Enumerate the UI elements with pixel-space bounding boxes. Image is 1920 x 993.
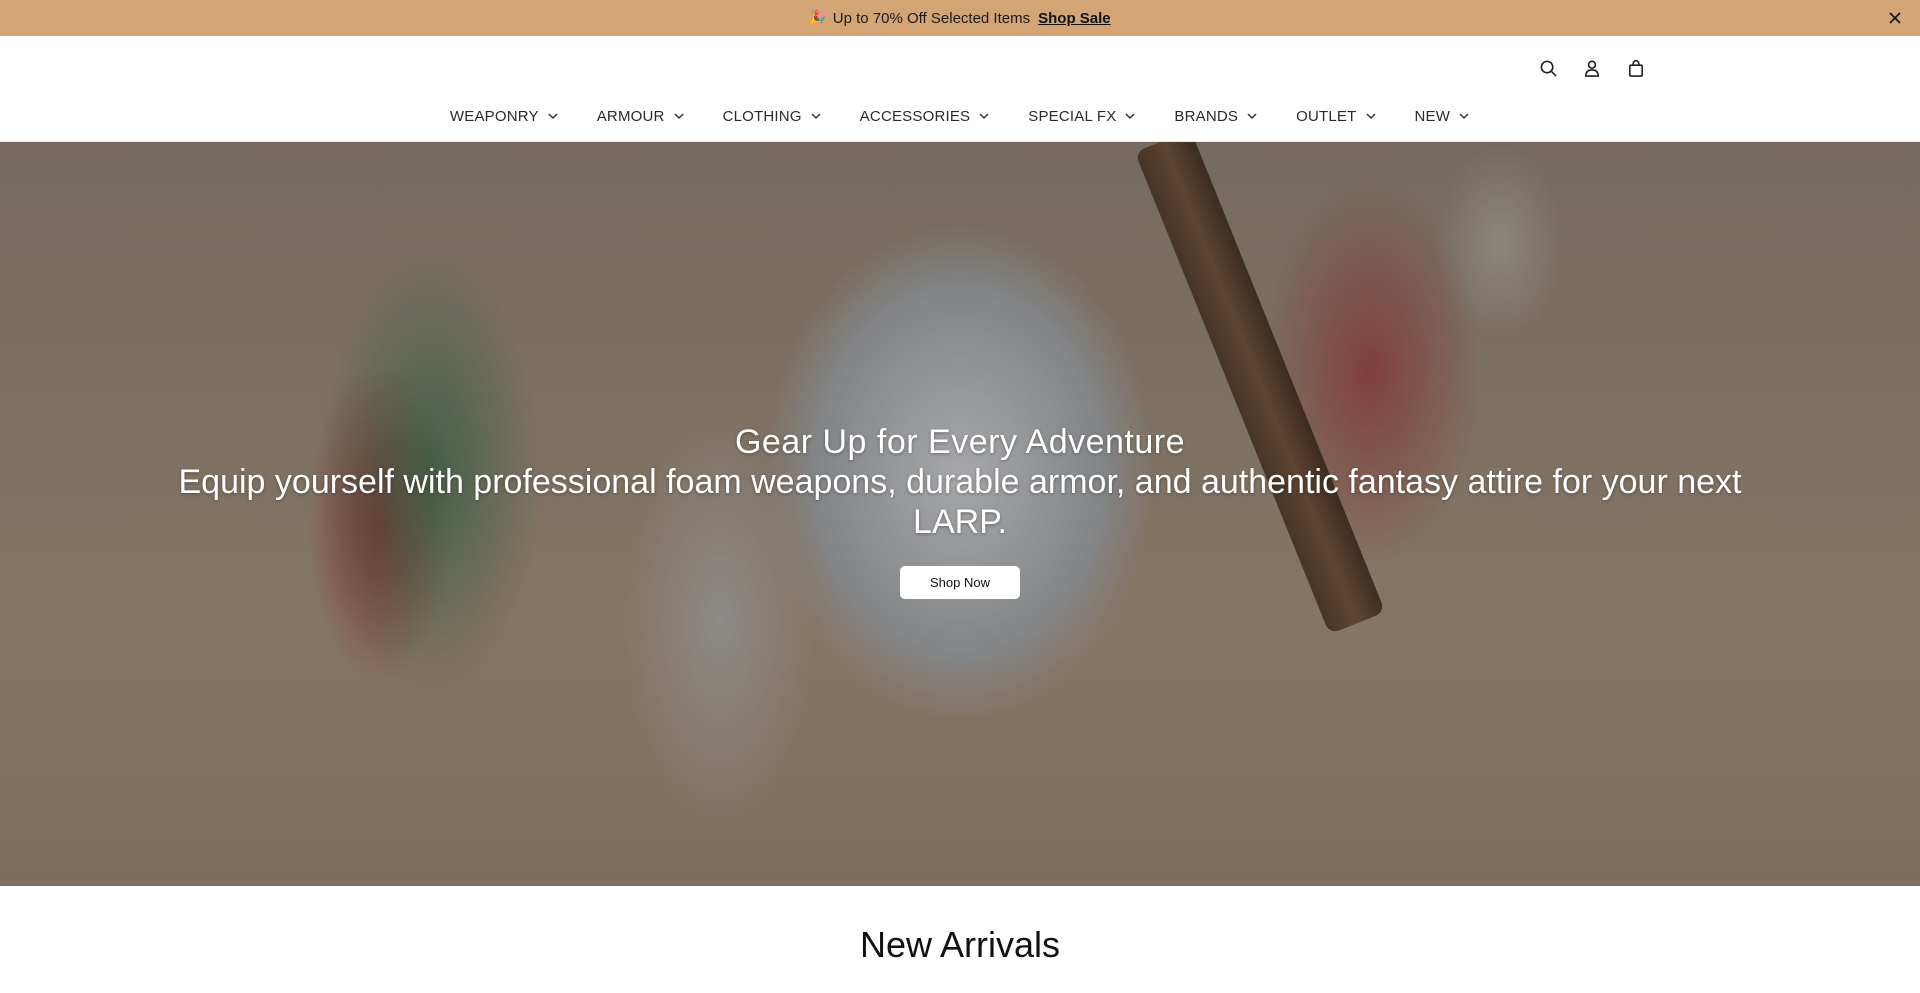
- nav-item-special-fx[interactable]: SPECIAL FX: [1028, 104, 1136, 128]
- chevron-down-icon: [979, 113, 989, 120]
- shop-now-button[interactable]: Shop Now: [900, 566, 1020, 599]
- hero-banner: Gear Up for Every Adventure Equip yourse…: [0, 142, 1920, 886]
- nav-label: ACCESSORIES: [859, 107, 971, 125]
- search-icon[interactable]: [1536, 56, 1560, 80]
- nav-item-armour[interactable]: ARMOUR: [597, 104, 685, 128]
- nav-label: ARMOUR: [596, 107, 665, 125]
- site-header: WEAPONRY ARMOUR CLOTHING ACCESSORIES SPE…: [0, 36, 1920, 142]
- nav-item-new[interactable]: NEW: [1415, 104, 1471, 128]
- nav-item-outlet[interactable]: OUTLET: [1296, 104, 1376, 128]
- hero-content: Gear Up for Every Adventure Equip yourse…: [0, 422, 1920, 599]
- shop-sale-link[interactable]: Shop Sale: [1038, 10, 1111, 27]
- nav-item-brands[interactable]: BRANDS: [1174, 104, 1258, 128]
- chevron-down-icon: [1125, 113, 1135, 120]
- nav-label: OUTLET: [1296, 107, 1357, 125]
- cart-icon[interactable]: [1624, 56, 1648, 80]
- hero-subtitle: Equip yourself with professional foam we…: [178, 463, 1742, 541]
- new-arrivals-heading: New Arrivals: [859, 924, 1061, 965]
- hero-title: Gear Up for Every Adventure: [734, 423, 1186, 461]
- chevron-down-icon: [811, 113, 821, 120]
- nav-label: CLOTHING: [722, 107, 802, 125]
- nav-label: BRANDS: [1174, 107, 1239, 125]
- nav-item-clothing[interactable]: CLOTHING: [723, 104, 822, 128]
- nav-item-weaponry[interactable]: WEAPONRY: [450, 104, 559, 128]
- announcement-message: Up to 70% Off Selected Items: [832, 9, 1031, 27]
- account-icon[interactable]: [1580, 56, 1604, 80]
- chevron-down-icon: [1459, 113, 1469, 120]
- nav-label: SPECIAL FX: [1028, 107, 1117, 125]
- chevron-down-icon: [1247, 113, 1257, 120]
- nav-label: WEAPONRY: [449, 107, 539, 125]
- chevron-down-icon: [674, 113, 684, 120]
- nav-label: NEW: [1414, 107, 1451, 125]
- chevron-down-icon: [548, 113, 558, 120]
- party-emoji: 🎉: [809, 10, 827, 26]
- announcement-bar: 🎉 Up to 70% Off Selected Items Shop Sale: [0, 0, 1920, 36]
- close-icon[interactable]: [1886, 9, 1904, 27]
- header-icons: [1536, 56, 1648, 80]
- nav-item-accessories[interactable]: ACCESSORIES: [860, 104, 991, 128]
- main-nav: WEAPONRY ARMOUR CLOTHING ACCESSORIES SPE…: [0, 104, 1920, 128]
- chevron-down-icon: [1365, 113, 1376, 120]
